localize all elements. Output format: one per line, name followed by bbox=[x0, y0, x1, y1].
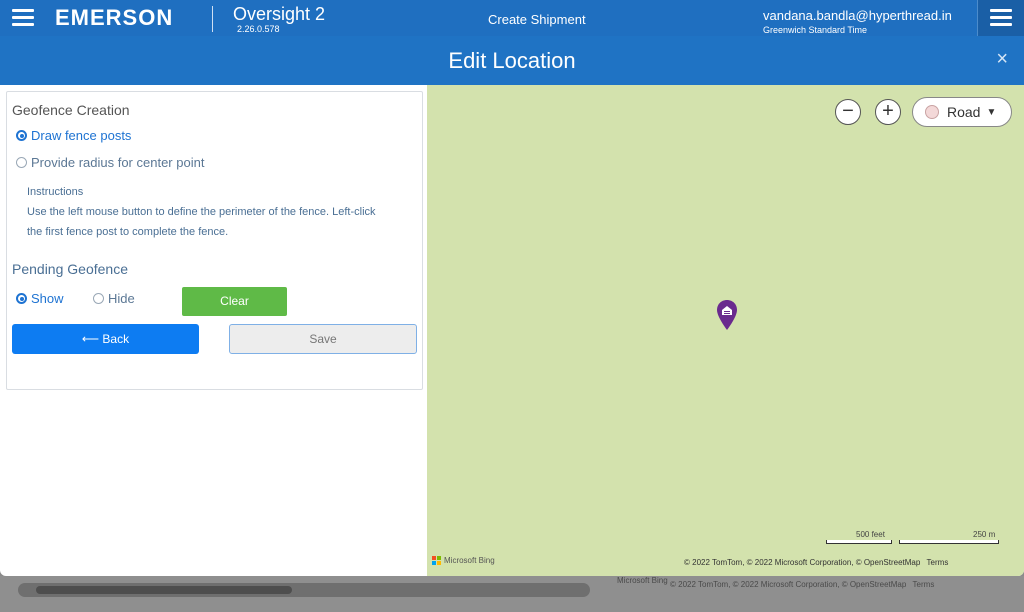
background-copyright-text: © 2022 TomTom, © 2022 Microsoft Corporat… bbox=[670, 580, 907, 589]
zoom-out-button[interactable]: − bbox=[835, 99, 861, 125]
hamburger-menu-icon[interactable] bbox=[12, 9, 34, 27]
radio-unselected-icon bbox=[93, 293, 104, 304]
scale-feet-label: 500 feet bbox=[856, 530, 885, 539]
background-bing-attribution: Microsoft Bing bbox=[617, 576, 668, 585]
radio-provide-radius[interactable]: Provide radius for center point bbox=[16, 155, 204, 170]
scrollbar-thumb[interactable] bbox=[36, 586, 292, 594]
page-title: Create Shipment bbox=[488, 12, 586, 27]
arrow-left-icon: ⟵ bbox=[81, 332, 100, 346]
map-canvas[interactable]: − + Road ▼ 500 feet 250 m Microsoft Bing… bbox=[427, 85, 1024, 576]
background-terms-link[interactable]: Terms bbox=[913, 580, 935, 589]
microsoft-logo-icon bbox=[432, 556, 441, 565]
geofence-creation-heading: Geofence Creation bbox=[12, 102, 130, 118]
scale-meters-label: 250 m bbox=[973, 530, 996, 539]
radio-label: Show bbox=[31, 291, 64, 306]
save-button[interactable]: Save bbox=[229, 324, 417, 354]
scale-bar-feet bbox=[826, 540, 892, 544]
radio-unselected-icon bbox=[16, 157, 27, 168]
radio-selected-icon bbox=[16, 293, 27, 304]
caret-down-icon: ▼ bbox=[986, 106, 997, 118]
pending-geofence-heading: Pending Geofence bbox=[12, 261, 128, 277]
modal-header: Edit Location × bbox=[0, 36, 1024, 85]
map-copyright: © 2022 TomTom, © 2022 Microsoft Corporat… bbox=[684, 558, 948, 567]
user-email[interactable]: vandana.bandla@hyperthread.in bbox=[763, 8, 952, 23]
logo-divider bbox=[212, 6, 213, 32]
scale-bar-meters bbox=[899, 540, 999, 544]
location-pin-icon[interactable] bbox=[716, 299, 738, 331]
radio-label: Hide bbox=[108, 291, 135, 306]
geofence-panel: Geofence Creation Draw fence posts Provi… bbox=[6, 91, 423, 390]
bing-attribution: Microsoft Bing bbox=[432, 556, 495, 565]
clear-button[interactable]: Clear bbox=[182, 287, 287, 316]
radio-label: Provide radius for center point bbox=[31, 155, 205, 170]
background-page: Microsoft Bing © 2022 TomTom, © 2022 Mic… bbox=[0, 576, 1024, 612]
background-scrollbar[interactable] bbox=[18, 583, 590, 597]
user-menu-button[interactable] bbox=[977, 0, 1024, 36]
brand-logo: EMERSON bbox=[55, 5, 174, 30]
radio-hide[interactable]: Hide bbox=[93, 291, 135, 306]
instructions-heading: Instructions bbox=[27, 186, 84, 198]
terms-link[interactable]: Terms bbox=[927, 558, 949, 567]
product-version: 2.26.0.578 bbox=[237, 24, 280, 34]
instructions-line-2: the first fence post to complete the fen… bbox=[27, 226, 229, 238]
back-label: Back bbox=[102, 332, 130, 346]
product-name: Oversight 2 bbox=[233, 4, 326, 24]
globe-icon bbox=[925, 105, 939, 119]
radio-label: Draw fence posts bbox=[31, 128, 132, 143]
hamburger-menu-icon bbox=[990, 9, 1012, 27]
radio-show[interactable]: Show bbox=[16, 291, 64, 306]
close-icon[interactable]: × bbox=[996, 48, 1008, 71]
radio-selected-icon bbox=[16, 130, 27, 141]
radio-draw-fence-posts[interactable]: Draw fence posts bbox=[16, 128, 131, 143]
copyright-text: © 2022 TomTom, © 2022 Microsoft Corporat… bbox=[684, 558, 921, 567]
edit-location-modal: Edit Location × Geofence Creation Draw f… bbox=[0, 36, 1024, 576]
modal-title: Edit Location bbox=[448, 48, 576, 73]
top-app-bar: EMERSON Oversight 2 2.26.0.578 Create Sh… bbox=[0, 0, 1024, 36]
map-style-dropdown[interactable]: Road ▼ bbox=[912, 97, 1012, 127]
timezone-label: Greenwich Standard Time bbox=[763, 25, 868, 35]
background-map-copyright: © 2022 TomTom, © 2022 Microsoft Corporat… bbox=[670, 580, 934, 589]
bing-label: Microsoft Bing bbox=[444, 556, 495, 565]
zoom-in-button[interactable]: + bbox=[875, 99, 901, 125]
map-style-label: Road bbox=[947, 104, 981, 120]
back-button[interactable]: ⟵ Back bbox=[12, 324, 199, 354]
instructions-line-1: Use the left mouse button to define the … bbox=[27, 206, 376, 218]
